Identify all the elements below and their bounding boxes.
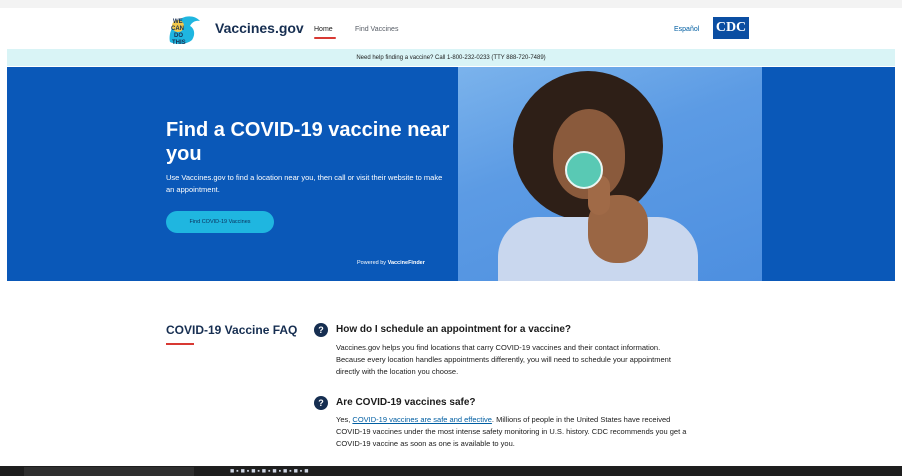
hero-photo (458, 67, 762, 281)
faq-title: COVID-19 Vaccine FAQ (166, 323, 298, 337)
cdc-logo[interactable]: CDC (713, 17, 749, 39)
question-icon: ? (314, 323, 328, 337)
svg-text:DO: DO (174, 33, 183, 39)
nav-find-vaccines[interactable]: Find Vaccines (355, 26, 398, 33)
faq-title-underline (166, 343, 194, 345)
help-banner-text: Need help finding a vaccine? Call 1-800-… (356, 54, 546, 61)
vaccines-safe-link[interactable]: COVID-19 vaccines are safe and effective (352, 415, 492, 424)
nav-active-indicator (314, 37, 336, 39)
question-icon: ? (314, 396, 328, 410)
svg-text:THIS: THIS (172, 40, 186, 45)
faq-answer-2: Yes, COVID-19 vaccines are safe and effe… (336, 414, 691, 450)
svg-text:WE: WE (173, 19, 183, 25)
site-header (0, 8, 902, 48)
site-brand[interactable]: Vaccines.gov (215, 20, 304, 36)
vaccine-sticker (565, 151, 603, 189)
hero-subtitle: Use Vaccines.gov to find a location near… (166, 173, 443, 194)
powered-by-prefix: Powered by (357, 260, 387, 266)
help-banner: Need help finding a vaccine? Call 1-800-… (7, 49, 895, 66)
we-can-do-this-logo[interactable]: WE CAN DO THIS (166, 12, 202, 46)
powered-by: Powered by VaccineFinder (357, 260, 425, 266)
faq-question-1: How do I schedule an appointment for a v… (336, 324, 572, 335)
faq-answer-2-prefix: Yes, (336, 415, 353, 424)
find-vaccines-button-label: Find COVID-19 Vaccines (189, 219, 251, 225)
find-vaccines-button[interactable]: Find COVID-19 Vaccines (166, 211, 274, 233)
taskbar-app-icons[interactable]: ■ ▪ ■ ▪ ■ ▪ ■ ▪ ■ ▪ ■ ▪ ■ ▪ ■ (230, 467, 610, 476)
taskbar-search[interactable] (24, 467, 194, 476)
logo-icon: WE CAN DO THIS (169, 16, 200, 46)
faq-answer-1: Vaccines.gov helps you find locations th… (336, 343, 671, 376)
browser-top-edge (0, 0, 902, 8)
svg-text:CAN: CAN (171, 26, 184, 32)
nav-home[interactable]: Home (314, 26, 333, 33)
hero-title: Find a COVID-19 vaccine near you (166, 119, 450, 165)
language-toggle[interactable]: Español (674, 26, 699, 33)
vaccinefinder-link[interactable]: VaccineFinder (388, 260, 425, 266)
faq-question-2: Are COVID-19 vaccines safe? (336, 397, 476, 408)
